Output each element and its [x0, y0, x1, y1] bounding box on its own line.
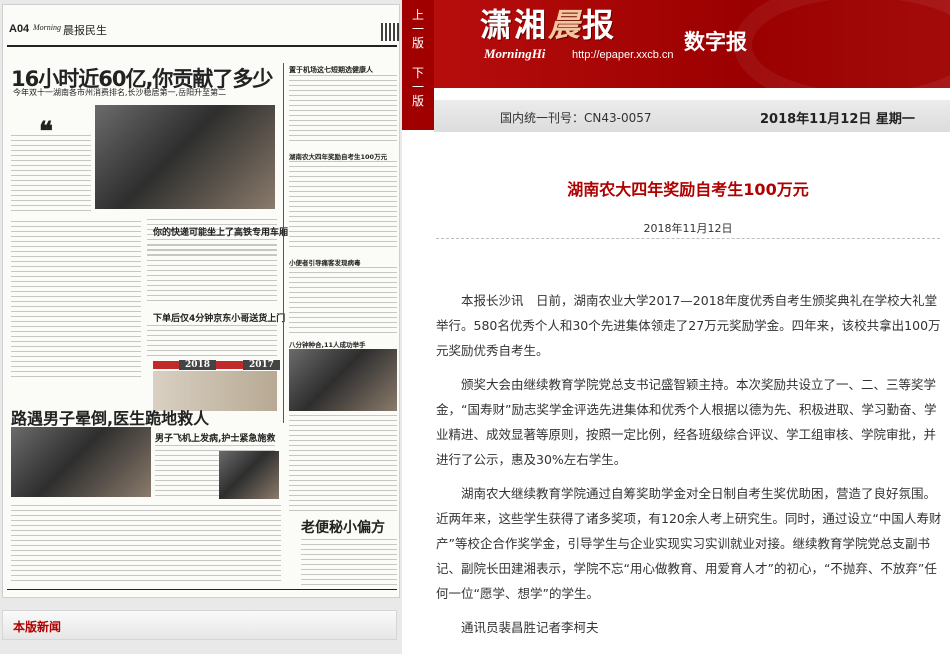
text-block [147, 245, 277, 305]
story-title[interactable]: 湖南农大四年奖励自考生100万元 [289, 151, 387, 161]
text-block [289, 75, 397, 145]
story-title[interactable]: 下单后仅4分钟京东小哥送货上门 [153, 311, 285, 324]
text-block [289, 415, 397, 511]
page-number: A04 [9, 23, 30, 35]
text-block [11, 135, 91, 215]
header-rule [7, 45, 397, 47]
brand-logo[interactable]: 潇湘晨报 [480, 0, 616, 46]
story-title[interactable]: 路遇男子晕倒,医生跪地救人 [11, 405, 209, 429]
qr-code-icon [381, 23, 399, 41]
footer-rule [7, 589, 397, 590]
story-title[interactable]: 置于机场这七短期选健康人 [289, 65, 373, 75]
article-content: 湖南农大四年奖励自考生100万元 2018年11月12日 本报长沙讯 日前，湖南… [434, 132, 950, 654]
article-byline: 通讯员裴昌胜记者李柯夫 [461, 620, 599, 635]
article-paragraph: 颁奖大会由继续教育学院党总支书记盛智颖主持。本次奖励共设立了一、二、三等奖学金，… [436, 377, 937, 467]
story-title[interactable]: 八分钟种合,11人成功举手 [289, 339, 366, 349]
next-page-label: 下一版 [411, 66, 424, 108]
newspaper-page-panel: A04 Morning 晨报民生 16小时近60亿,你贡献了多少 今年双十一湖南… [0, 0, 402, 654]
masthead-mini: Morning [33, 23, 61, 32]
article-paragraph: 本报长沙讯 日前，湖南农业大学2017—2018年度优秀自考生颁奖典礼在学校大礼… [436, 293, 941, 358]
brand-name-accent: 晨 [548, 6, 583, 44]
story-title[interactable]: 小便者引导痛客发现病毒 [289, 257, 361, 267]
lead-subheadline: 今年双十一湖南各市州消费排名,长沙稳居第一,岳阳升至第二 [13, 88, 227, 97]
text-block [147, 325, 277, 357]
crowd-photo[interactable] [289, 349, 397, 411]
article-title: 湖南农大四年奖励自考生100万元 [567, 180, 809, 199]
year-label: 2017 [243, 360, 281, 370]
text-block [11, 221, 141, 381]
brand-name-part: 潇湘 [480, 6, 549, 44]
article-body: 本报长沙讯 日前，湖南农业大学2017—2018年度优秀自考生颁奖典礼在学校大礼… [436, 288, 942, 649]
brand-english-name: MorningHi [484, 46, 546, 61]
text-block [289, 267, 397, 333]
ad-title[interactable]: 老便秘小偏方 [301, 517, 385, 537]
issue-date: 2018年11月12日 星期一 [760, 112, 915, 127]
site-url[interactable]: http://epaper.xxcb.cn [572, 49, 674, 61]
ad-text-block [301, 539, 397, 585]
digital-edition-label: 数字报 [684, 30, 747, 54]
issue-info-bar: 国内统一刊号：CN43-0057 2018年11月12日 星期一 [434, 100, 950, 132]
article-divider [436, 238, 940, 239]
prev-page-button[interactable]: 上一版 [402, 0, 434, 58]
site-header: 潇湘晨报 MorningHi http://epaper.xxcb.cn 数字报 [434, 0, 950, 88]
header-decoration [734, 0, 950, 88]
page-pager: 上一版 下一版 [402, 0, 434, 130]
newspaper-page-image[interactable]: A04 Morning 晨报民生 16小时近60亿,你贡献了多少 今年双十一湖南… [2, 4, 400, 598]
prev-page-label: 上一版 [411, 8, 424, 50]
article-date: 2018年11月12日 [643, 222, 733, 235]
brand-name-part: 报 [582, 6, 617, 44]
text-block [289, 161, 397, 251]
issn-label: 国内统一刊号：CN43-0057 [500, 111, 652, 125]
column-divider [283, 63, 284, 423]
article-paragraph: 湖南农大继续教育学院通过自筹奖助学金对全日制自考生奖优助困，营造了良好氛围。近两… [436, 486, 942, 601]
text-block [11, 505, 281, 585]
story-title[interactable]: 男子飞机上发病,护士紧急施救 [155, 431, 275, 444]
next-page-button[interactable]: 下一版 [402, 58, 434, 116]
story-title[interactable]: 你的快递可能坐上了高铁专用车厢 [153, 225, 288, 238]
shopping-photo[interactable] [95, 105, 275, 209]
rescue-photo[interactable] [11, 427, 151, 497]
section-news-label: 本版新闻 [13, 620, 62, 634]
page-section-name: 晨报民生 [63, 25, 107, 37]
section-news-header[interactable]: 本版新闻 [2, 610, 397, 640]
year-label: 2018 [179, 360, 217, 370]
nurse-photo[interactable] [219, 451, 279, 499]
page-header: A04 Morning 晨报民生 [3, 5, 399, 45]
